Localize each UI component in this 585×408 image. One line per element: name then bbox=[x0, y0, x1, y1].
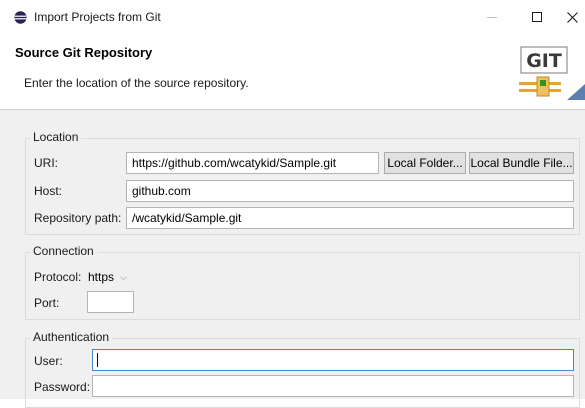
git-logo-icon: GIT bbox=[519, 46, 585, 100]
local-folder-button[interactable]: Local Folder... bbox=[384, 152, 466, 174]
port-input[interactable] bbox=[87, 291, 134, 313]
port-label: Port: bbox=[34, 296, 60, 310]
close-icon bbox=[567, 11, 578, 23]
page-description: Enter the location of the source reposit… bbox=[24, 76, 249, 90]
protocol-value: https bbox=[88, 270, 115, 284]
title-bar: Import Projects from Git bbox=[0, 0, 585, 34]
repository-path-label: Repository path: bbox=[34, 211, 122, 225]
maximize-icon bbox=[532, 12, 542, 22]
password-label: Password: bbox=[34, 380, 91, 394]
close-button[interactable] bbox=[560, 0, 585, 34]
local-bundle-file-button[interactable]: Local Bundle File... bbox=[469, 152, 574, 174]
host-label: Host: bbox=[34, 184, 63, 198]
page-title: Source Git Repository bbox=[15, 45, 153, 60]
wizard-header: Source Git Repository Enter the location… bbox=[0, 34, 585, 110]
chevron-down-icon: ⌵ bbox=[120, 271, 127, 282]
protocol-select[interactable]: https ⌵ bbox=[84, 266, 140, 288]
eclipse-icon bbox=[14, 11, 27, 24]
location-group-label: Location bbox=[30, 130, 82, 144]
repository-path-input[interactable]: /wcatykid/Sample.git bbox=[126, 207, 574, 229]
header-separator bbox=[0, 109, 585, 110]
uri-label: URI: bbox=[34, 156, 58, 170]
connection-group-label: Connection bbox=[30, 244, 97, 258]
host-input[interactable]: github.com bbox=[126, 180, 574, 202]
password-input[interactable] bbox=[92, 375, 574, 397]
user-label: User: bbox=[34, 354, 63, 368]
git-logo-text: GIT bbox=[526, 50, 562, 72]
minimize-icon bbox=[487, 17, 497, 18]
protocol-label: Protocol: bbox=[34, 270, 82, 284]
maximize-button[interactable] bbox=[515, 0, 559, 34]
uri-input[interactable]: https://github.com/wcatykid/Sample.git bbox=[126, 152, 379, 174]
minimize-button[interactable] bbox=[470, 0, 514, 34]
dialog-window: Import Projects from Git Source Git Repo… bbox=[0, 0, 585, 408]
window-title: Import Projects from Git bbox=[34, 10, 161, 24]
text-cursor bbox=[97, 353, 98, 367]
user-input[interactable] bbox=[92, 349, 574, 371]
authentication-group-label: Authentication bbox=[30, 330, 113, 344]
